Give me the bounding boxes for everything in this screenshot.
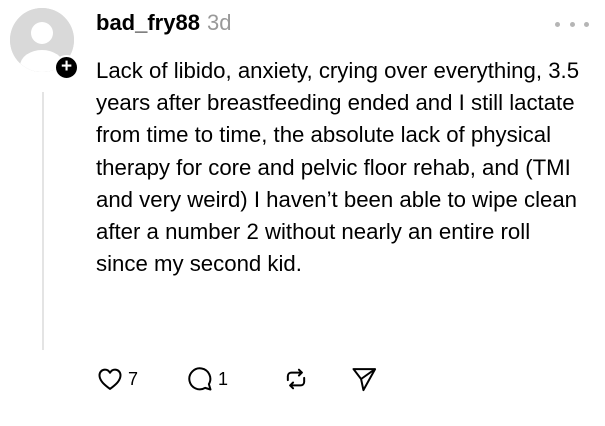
post-text: Lack of libido, anxiety, crying over eve… <box>96 58 580 277</box>
repost-button[interactable] <box>282 365 350 393</box>
post: + bad_fry88 3d Lack of libido, anxiety, … <box>0 0 605 426</box>
like-button[interactable]: 7 <box>96 365 186 393</box>
comment-icon <box>188 367 212 391</box>
repost-icon <box>286 368 306 390</box>
reply-count: 1 <box>218 368 229 389</box>
thread-line <box>42 92 44 350</box>
like-count: 7 <box>128 368 139 389</box>
action-bar: 7 1 <box>96 364 378 394</box>
more-options-button[interactable] <box>555 16 589 32</box>
follow-button[interactable]: + <box>54 55 79 80</box>
username[interactable]: bad_fry88 <box>96 10 200 36</box>
reply-button[interactable]: 1 <box>186 365 282 393</box>
post-header: bad_fry88 3d <box>96 10 231 40</box>
plus-icon: + <box>60 56 73 77</box>
send-icon <box>352 368 377 392</box>
share-button[interactable] <box>350 365 378 393</box>
heart-icon <box>98 368 122 390</box>
timestamp: 3d <box>206 10 232 35</box>
more-horizontal-icon <box>555 21 560 27</box>
